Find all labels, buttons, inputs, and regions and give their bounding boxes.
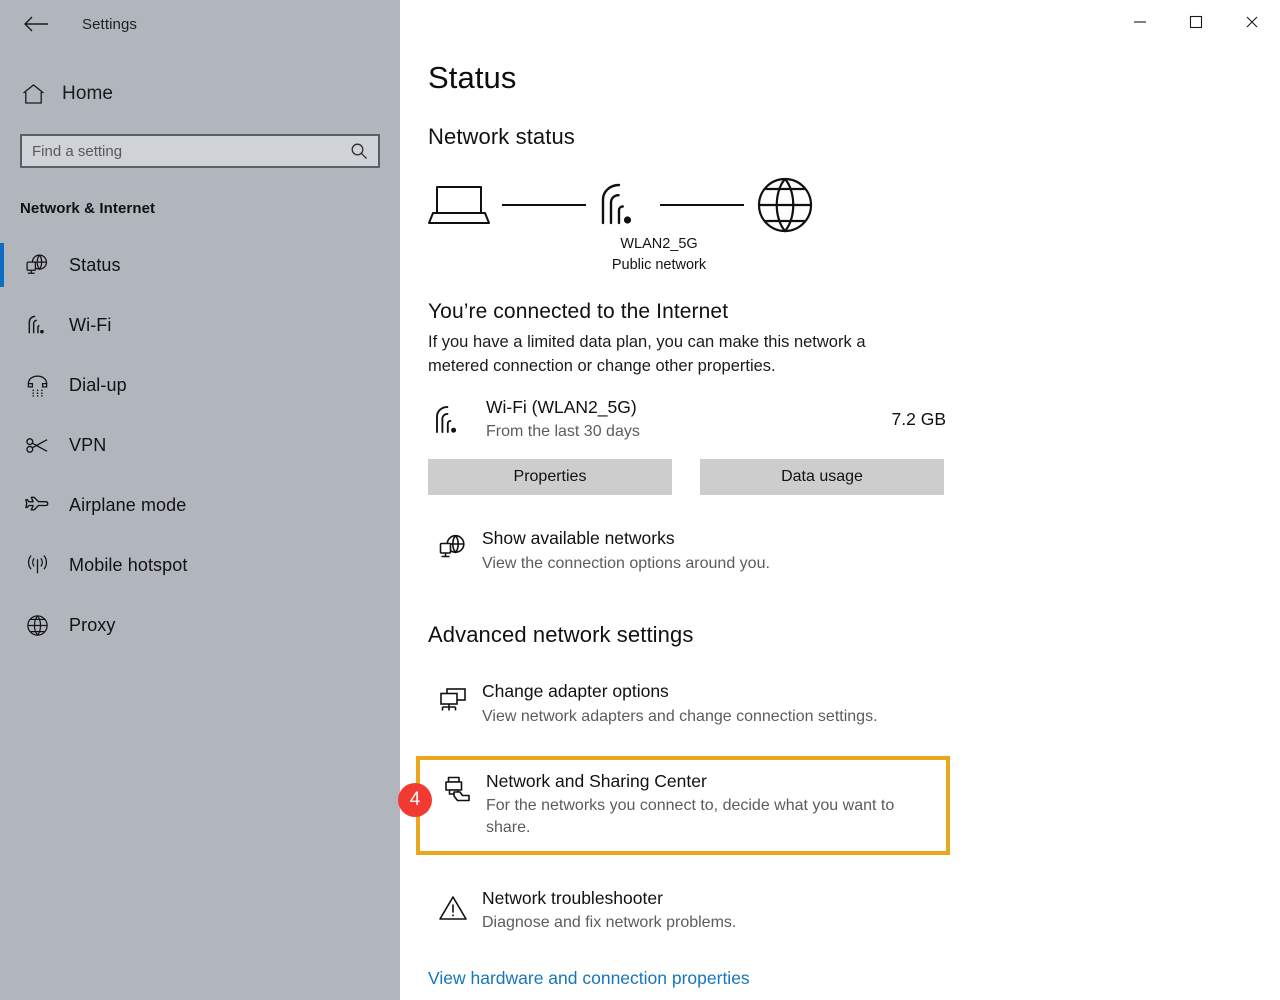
network-status-heading: Network status [428, 124, 575, 149]
globe-icon [22, 610, 52, 640]
diagram-network-name: WLAN2_5G [620, 236, 698, 252]
diagram-link-left [502, 204, 586, 206]
sidebar-item-proxy-label: Proxy [69, 614, 116, 635]
network-troubleshooter-entry[interactable]: Network troubleshooter Diagnose and fix … [428, 883, 948, 938]
change-adapter-options-title: Change adapter options [482, 681, 669, 702]
change-adapter-options-entry[interactable]: Change adapter options View network adap… [428, 676, 948, 731]
show-available-networks-entry[interactable]: Show available networks View the connect… [428, 523, 948, 578]
diagram-link-right [660, 204, 744, 206]
sidebar-item-dialup[interactable]: Dial-up [0, 355, 400, 415]
connection-description: If you have a limited data plan, you can… [428, 333, 866, 375]
sidebar-item-home-label: Home [62, 83, 114, 104]
advanced-settings-heading: Advanced network settings [428, 622, 694, 648]
wifi-signal-icon [428, 400, 472, 440]
titlebar: Settings [0, 0, 400, 48]
settings-window: Settings Home Network & Internet [0, 0, 1280, 1000]
sidebar-item-mobile-hotspot[interactable]: Mobile hotspot [0, 535, 400, 595]
warning-triangle-icon [434, 889, 472, 927]
search-box[interactable] [20, 134, 380, 168]
sidebar-item-status-label: Status [69, 254, 121, 275]
diagram-caption: WLAN2_5G Public network [564, 234, 754, 275]
airplane-icon [22, 490, 52, 520]
show-available-networks-title: Show available networks [482, 527, 675, 548]
sidebar-nav: Status Wi-Fi Dial-up VPN Airplane mode M… [0, 235, 400, 655]
vpn-key-icon [22, 430, 52, 460]
page-title: Status [428, 60, 517, 95]
diagram-network-type: Public network [611, 256, 707, 273]
network-diagram: WLAN2_5G Public network [428, 172, 988, 284]
sidebar-item-vpn-label: VPN [69, 434, 107, 455]
sidebar-item-proxy[interactable]: Proxy [0, 595, 400, 655]
sidebar-item-wifi-label: Wi-Fi [69, 314, 112, 335]
sidebar-item-vpn[interactable]: VPN [0, 415, 400, 475]
network-and-sharing-center-subtitle: For the networks you connect to, decide … [486, 797, 895, 836]
sidebar-item-home[interactable]: Home [0, 72, 400, 116]
search-icon[interactable] [350, 142, 368, 160]
sharing-center-icon [438, 770, 476, 808]
network-and-sharing-center-entry[interactable]: Network and Sharing Center For the netwo… [416, 755, 950, 855]
hotspot-icon [22, 550, 52, 580]
data-usage-summary: Wi-Fi (WLAN2_5G) From the last 30 days 7… [428, 396, 946, 443]
data-usage-text: Wi-Fi (WLAN2_5G) From the last 30 days [486, 396, 892, 443]
wifi-icon [22, 310, 52, 340]
close-icon[interactable] [1224, 0, 1280, 44]
laptop-icon [428, 182, 490, 228]
sidebar-item-mobile-hotspot-label: Mobile hotspot [69, 554, 188, 575]
sidebar-category-title: Network & Internet [20, 200, 156, 217]
data-usage-button[interactable]: Data usage [700, 458, 944, 495]
data-usage-title: Wi-Fi (WLAN2_5G) [486, 397, 637, 418]
dialup-phone-icon [22, 370, 52, 400]
globe-icon [756, 176, 814, 234]
back-arrow-icon[interactable] [16, 8, 56, 40]
change-adapter-options-text: Change adapter options View network adap… [482, 680, 878, 727]
sidebar-item-dialup-label: Dial-up [69, 374, 127, 395]
view-hardware-properties-link[interactable]: View hardware and connection properties [428, 968, 750, 989]
connection-status-text: You’re connected to the Internet [428, 300, 729, 323]
sidebar-item-airplane-mode-label: Airplane mode [69, 494, 187, 515]
home-icon [22, 83, 48, 105]
show-available-networks-text: Show available networks View the connect… [482, 527, 770, 574]
data-usage-amount: 7.2 GB [891, 409, 946, 430]
wifi-signal-icon [598, 182, 646, 228]
sidebar-item-wifi[interactable]: Wi-Fi [0, 295, 400, 355]
window-controls [1112, 0, 1280, 44]
adapter-monitors-icon [434, 682, 472, 720]
change-adapter-options-subtitle: View network adapters and change connect… [482, 707, 878, 725]
main-content: Status Network status WLAN2_5G Public ne… [400, 0, 1280, 1000]
maximize-icon[interactable] [1168, 0, 1224, 44]
action-buttons: Properties Data usage [428, 458, 1280, 495]
minimize-icon[interactable] [1112, 0, 1168, 44]
network-troubleshooter-subtitle: Diagnose and fix network problems. [482, 914, 737, 932]
search-input[interactable] [32, 142, 350, 160]
content-body: Status Network status WLAN2_5G Public ne… [400, 0, 1280, 989]
data-usage-subtitle: From the last 30 days [486, 423, 640, 441]
window-title: Settings [82, 15, 137, 33]
network-and-sharing-center-text: Network and Sharing Center For the netwo… [486, 770, 940, 839]
network-troubleshooter-text: Network troubleshooter Diagnose and fix … [482, 887, 736, 934]
sidebar-item-status[interactable]: Status [0, 235, 400, 295]
network-troubleshooter-title: Network troubleshooter [482, 887, 663, 908]
sidebar: Settings Home Network & Internet [0, 0, 400, 1000]
properties-button[interactable]: Properties [428, 458, 672, 495]
network-globe-icon [434, 529, 472, 567]
network-and-sharing-center-title: Network and Sharing Center [486, 770, 707, 791]
search-wrap [20, 134, 380, 168]
sidebar-item-airplane-mode[interactable]: Airplane mode [0, 475, 400, 535]
show-available-networks-subtitle: View the connection options around you. [482, 554, 770, 572]
step-badge-4: 4 [398, 783, 432, 817]
network-status-icon [22, 250, 52, 280]
